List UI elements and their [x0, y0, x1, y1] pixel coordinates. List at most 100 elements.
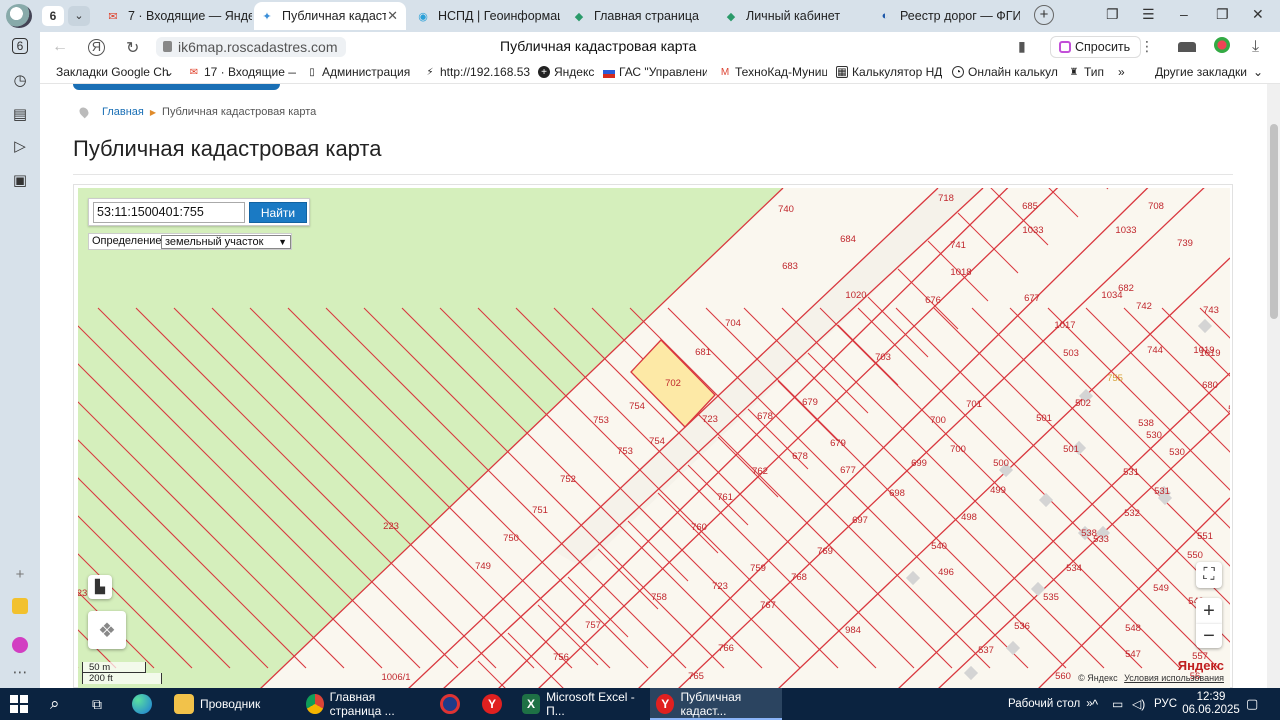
parcel-label: 537 [978, 645, 994, 656]
bookmark-administration[interactable]: ▯ Администрация ( [306, 65, 410, 79]
cadastral-map[interactable]: 223 23 1006/1 718 685 708 1033 1033 739 740 684 741… [78, 188, 1230, 688]
other-bookmarks[interactable]: Другие закладки ⌄ [1155, 65, 1263, 79]
profile-avatar[interactable] [1214, 37, 1230, 53]
tab-list-chevron-icon[interactable]: ⌄ [68, 6, 90, 26]
layers-icon[interactable]: ❖ [88, 611, 126, 649]
yandex-browser-icon: Y [656, 694, 675, 714]
collections-icon[interactable]: ❐ [1106, 6, 1119, 23]
ruler-icon[interactable]: ▙ [88, 575, 112, 599]
menu-icon[interactable]: ☰ [1142, 6, 1155, 23]
task-view-icon[interactable]: ⧉ [92, 688, 102, 720]
mail-icon: ✉ [108, 10, 118, 23]
bookmark-local-ip[interactable]: ⚡ http://192.168.53. [424, 65, 530, 79]
tab-personal-cabinet[interactable]: ◆ Личный кабинет [718, 2, 868, 30]
taskbar-app[interactable] [440, 688, 466, 720]
network-icon[interactable]: ▭ [1112, 688, 1123, 720]
map-canvas[interactable]: 223 23 1006/1 718 685 708 1033 1033 739 740 684 741… [78, 188, 1230, 688]
scroll-thumb[interactable] [1270, 124, 1278, 319]
more-bookmarks-icon[interactable]: » [1118, 65, 1125, 79]
tab-nspd[interactable]: ◉ НСПД | Геоинформация [410, 2, 560, 30]
bookmark-mail[interactable]: ✉ 17 · Входящие — Я [188, 65, 296, 79]
volume-icon[interactable]: ◁) [1132, 688, 1145, 720]
history-icon[interactable]: ◷ [10, 70, 30, 90]
bookmark-folder-google[interactable]: Закладки Google Ch [56, 65, 168, 79]
fullscreen-icon[interactable]: ⛶ [1196, 562, 1222, 588]
bookmark-icon[interactable]: ▮ [1018, 38, 1026, 55]
language-indicator[interactable]: РУС [1154, 688, 1177, 720]
yandex-icon: + [538, 66, 550, 78]
taskbar-yandex-browser[interactable]: Y Публичная кадаст... [650, 688, 782, 720]
parcel-label: 551 [1197, 531, 1213, 542]
add-panel-icon[interactable]: + [10, 564, 30, 584]
notifications-icon[interactable]: ▢ [1246, 688, 1258, 720]
close-window-icon[interactable]: ✕ [1252, 6, 1264, 23]
search-icon[interactable]: ⌕ [50, 688, 60, 720]
bookmark-type[interactable]: ♜ Тип [1068, 65, 1108, 79]
parcel-label: 723 [712, 581, 728, 592]
notes-icon[interactable] [10, 596, 30, 616]
parcel-label: 682 [1118, 283, 1134, 294]
taskbar-chrome[interactable]: Главная страница ... [302, 688, 430, 720]
reload-icon[interactable]: ↻ [126, 38, 139, 58]
cadastral-number-input[interactable]: 53:11:1500401:755 [93, 202, 245, 223]
collections-icon[interactable]: ▤ [10, 104, 30, 124]
back-arrow-icon[interactable]: ← [52, 38, 68, 56]
parcel-label: 755 [1107, 373, 1123, 384]
tab-mail[interactable]: ✉ 7 · Входящие — Яндекс [100, 2, 252, 30]
tab-label: Публичная кадастровая карта [282, 9, 386, 23]
find-button[interactable]: Найти [249, 202, 307, 223]
parcel-label: 536 [1014, 621, 1030, 632]
tab-main-page[interactable]: ◆ Главная страница [566, 2, 716, 30]
breadcrumb-home-link[interactable]: Главная [102, 106, 144, 118]
edge-icon[interactable] [132, 688, 158, 720]
new-tab-button[interactable]: + [1034, 5, 1054, 25]
parcel-label: 760 [691, 522, 707, 533]
clock[interactable]: 12:39 06.06.2025 [1182, 688, 1240, 720]
parcel-label: 503 [1063, 348, 1079, 359]
screenshot-icon[interactable]: ▣ [10, 170, 30, 190]
ask-button[interactable]: Спросить [1050, 36, 1142, 58]
tray-chevron-icon[interactable]: ^ [1092, 688, 1098, 720]
browser-logo-icon[interactable] [6, 4, 32, 28]
yandex-button-icon[interactable]: Я [88, 39, 105, 56]
chevron-down-icon[interactable]: ⌄ [164, 65, 176, 79]
zoom-out-button[interactable]: − [1196, 624, 1222, 648]
taskbar-excel[interactable]: X Microsoft Excel - П... [518, 688, 646, 720]
parcel-label: 743 [1203, 305, 1219, 316]
parcel-label: 765 [688, 671, 704, 682]
tab-counter[interactable]: 6 [42, 6, 64, 26]
more-dots-icon[interactable]: ⋯ [10, 662, 30, 682]
download-icon[interactable]: ⤓ [1252, 38, 1259, 56]
bookmark-yandex[interactable]: + Яндекс [538, 65, 600, 79]
zoom-in-button[interactable]: + [1196, 598, 1222, 624]
page-scrollbar[interactable] [1267, 84, 1280, 688]
desktop-toolbar[interactable]: Рабочий стол» [1008, 688, 1093, 720]
tab-count-icon[interactable]: 6 [12, 38, 28, 54]
extension-icon[interactable] [1178, 42, 1196, 52]
start-button[interactable] [10, 688, 28, 720]
parcel-label: 741 [950, 240, 966, 251]
header-button-edge[interactable] [73, 84, 280, 90]
url-field[interactable]: ik6map.roscadastres.com [156, 37, 346, 57]
tab-road-registry[interactable]: ◐ Реестр дорог — ФГИС [872, 2, 1020, 30]
more-vertical-icon[interactable]: ⋮ [1140, 38, 1154, 55]
parcel-label: 532 [1124, 508, 1140, 519]
bookmark-online-calculator[interactable]: ◔ Онлайн калькуля [952, 65, 1058, 79]
maximize-icon[interactable]: ❐ [1216, 6, 1229, 23]
definition-select[interactable]: земельный участок ▼ [161, 235, 291, 249]
taskbar-yandex[interactable]: Y [482, 688, 508, 720]
definition-panel: Определение: земельный участок ▼ [88, 233, 292, 250]
media-play-icon[interactable]: ▷ [10, 136, 30, 156]
minimize-icon[interactable]: – [1180, 6, 1188, 22]
bookmark-technokad[interactable]: M ТехноКад-Муниц [719, 65, 827, 79]
taskbar-explorer[interactable]: Проводник [170, 688, 298, 720]
bookmark-vat-calculator[interactable]: ▦ Калькулятор НДС [836, 65, 942, 79]
terms-link[interactable]: Условия использования [1124, 673, 1224, 683]
parcel-label: 678 [792, 451, 808, 462]
location-pin-icon [77, 105, 91, 119]
bookmark-gas[interactable]: ГАС "Управление [603, 65, 707, 79]
close-tab-icon[interactable]: ✕ [387, 8, 398, 24]
parcel-label: 718 [938, 193, 954, 204]
tab-cadastre-map[interactable]: ✦ Публичная кадастровая карта ✕ [254, 2, 406, 30]
alice-icon[interactable] [10, 635, 30, 655]
